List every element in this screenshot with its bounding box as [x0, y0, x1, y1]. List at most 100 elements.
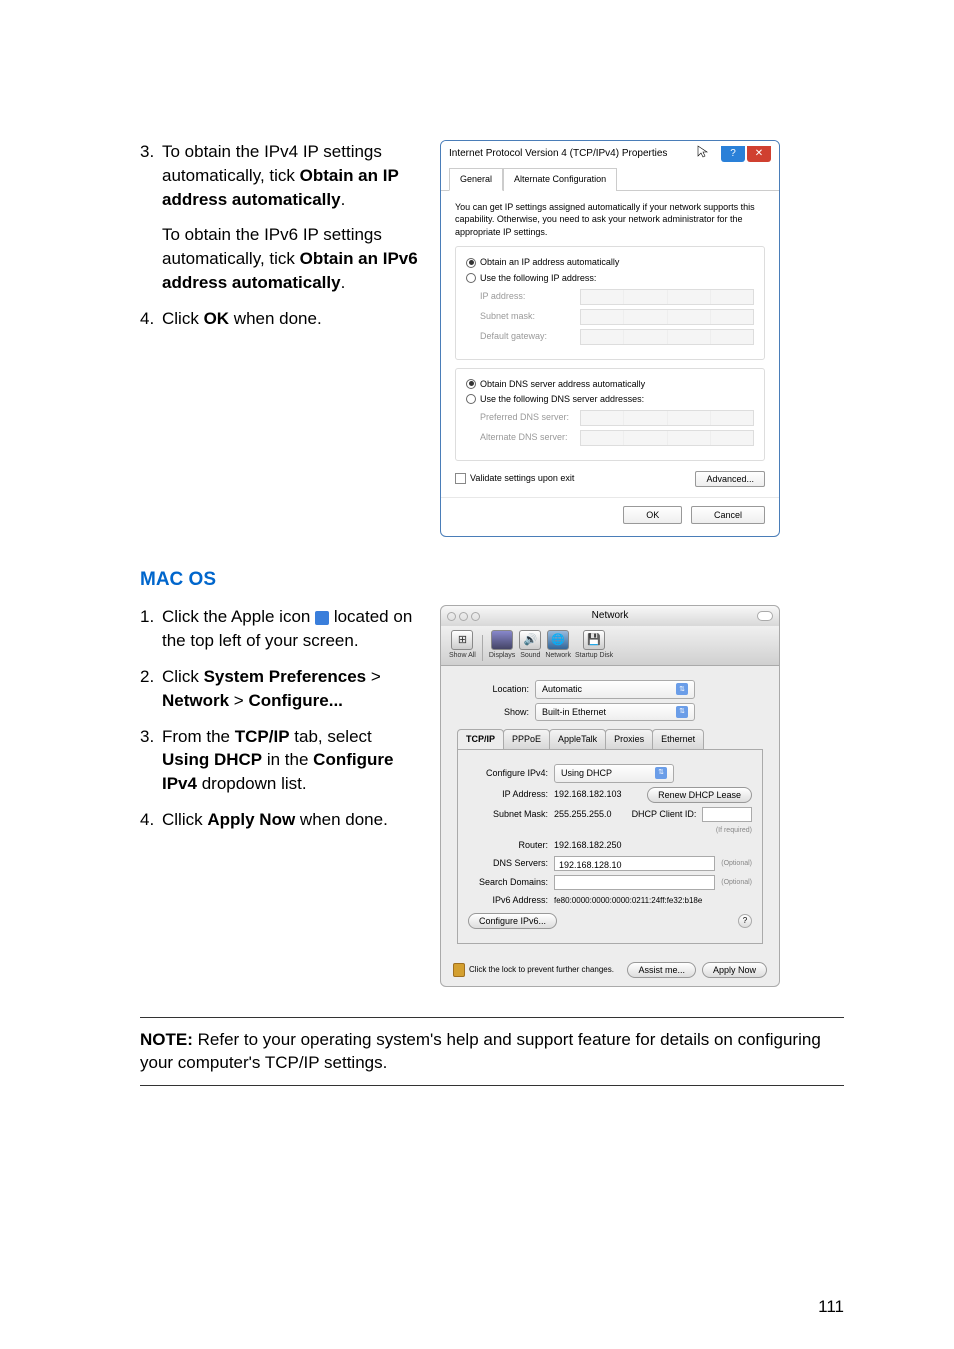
tab-proxies[interactable]: Proxies	[605, 729, 653, 749]
validate-checkbox[interactable]: Validate settings upon exit	[455, 472, 574, 485]
note-section: NOTE: Refer to your operating system's h…	[140, 1017, 844, 1087]
search-domains-input[interactable]	[554, 875, 715, 890]
text: Click	[162, 309, 204, 328]
optional-text: (Optional)	[721, 878, 752, 888]
windows-text-column: 3. To obtain the IPv4 IP settings automa…	[140, 140, 420, 537]
text: when done.	[229, 309, 322, 328]
subnet-input	[580, 309, 754, 325]
radio-auto-ip[interactable]: Obtain an IP address automatically	[466, 256, 754, 269]
field-label: DNS Servers:	[468, 857, 548, 870]
tab-tcpip[interactable]: TCP/IP	[457, 729, 504, 749]
subnet-row: Subnet mask:	[480, 309, 754, 325]
renew-lease-button[interactable]: Renew DHCP Lease	[647, 787, 752, 803]
dialog-title: Internet Protocol Version 4 (TCP/IPv4) P…	[449, 147, 667, 161]
grid-icon: ⊞	[451, 630, 473, 650]
alt-dns-row: Alternate DNS server:	[480, 430, 754, 446]
tab-general[interactable]: General	[449, 168, 503, 191]
close-dot[interactable]	[447, 612, 456, 621]
help-button[interactable]: ?	[721, 146, 745, 162]
mac-footer: Click the lock to prevent further change…	[441, 954, 779, 986]
configure-ipv6-row: Configure IPv6... ?	[468, 913, 752, 929]
clientid-input[interactable]	[702, 807, 752, 822]
step-number: 3.	[140, 725, 162, 796]
advanced-button[interactable]: Advanced...	[695, 471, 765, 487]
field-label: IP Address:	[468, 788, 548, 801]
radio-auto-dns[interactable]: Obtain DNS server address automatically	[466, 378, 754, 391]
radio-label: Obtain an IP address automatically	[480, 256, 619, 269]
assist-button[interactable]: Assist me...	[627, 962, 696, 978]
mac-step-4: 4. Cllick Apply Now when done.	[140, 808, 420, 832]
mac-os-heading: MAC OS	[140, 567, 844, 594]
tcpip-panel: Configure IPv4: Using DHCP⇅ IP Address: …	[457, 750, 763, 944]
toolbar-show-all[interactable]: ⊞Show All	[449, 630, 476, 661]
mac-step-3: 3. From the TCP/IP tab, select Using DHC…	[140, 725, 420, 796]
step-text: Click OK when done.	[162, 307, 420, 331]
toolbar-toggle[interactable]	[757, 611, 773, 621]
lock-area[interactable]: Click the lock to prevent further change…	[453, 963, 614, 977]
apply-now-button[interactable]: Apply Now	[702, 962, 767, 978]
tab-ethernet[interactable]: Ethernet	[652, 729, 704, 749]
chevron-icon: ⇅	[676, 706, 688, 718]
text: Click the Apple icon	[162, 607, 315, 626]
dns-input[interactable]: 192.168.128.10	[554, 856, 715, 871]
help-button[interactable]: ?	[738, 914, 752, 928]
if-required-row: (If required)	[468, 826, 752, 836]
location-row: Location: Automatic⇅	[457, 680, 763, 699]
field-label: Alternate DNS server:	[480, 431, 580, 444]
location-select[interactable]: Automatic⇅	[535, 680, 695, 699]
gateway-input	[580, 329, 754, 345]
checkbox-label: Validate settings upon exit	[470, 472, 574, 485]
ipv6-row: IPv6 Address: fe80:0000:0000:0000:0211:2…	[468, 894, 752, 907]
lock-text: Click the lock to prevent further change…	[469, 964, 614, 975]
toolbar-label: Displays	[489, 651, 515, 661]
step-number: 4.	[140, 808, 162, 832]
minimize-dot[interactable]	[459, 612, 468, 621]
dialog-tabs: General Alternate Configuration	[441, 167, 779, 191]
bold-text: TCP/IP	[235, 727, 290, 746]
tab-pppoe[interactable]: PPPoE	[503, 729, 550, 749]
select-value: Automatic	[542, 683, 582, 696]
display-icon	[491, 630, 513, 650]
network-icon: 🌐	[547, 630, 569, 650]
if-required-text: (If required)	[716, 826, 752, 836]
show-select[interactable]: Built-in Ethernet⇅	[535, 703, 695, 722]
radio-use-dns[interactable]: Use the following DNS server addresses:	[466, 393, 754, 406]
pref-dns-input	[580, 410, 754, 426]
field-label: Subnet mask:	[480, 310, 580, 323]
gateway-row: Default gateway:	[480, 329, 754, 345]
zoom-dot[interactable]	[471, 612, 480, 621]
close-button[interactable]: ✕	[747, 146, 771, 162]
toolbar-network[interactable]: 🌐Network	[545, 630, 571, 661]
radio-use-ip[interactable]: Use the following IP address:	[466, 272, 754, 285]
field-label: Router:	[468, 839, 548, 852]
show-row: Show: Built-in Ethernet⇅	[457, 703, 763, 722]
text: when done.	[295, 810, 388, 829]
toolbar-displays[interactable]: Displays	[489, 630, 515, 661]
step-text: Click System Preferences > Network > Con…	[162, 665, 420, 713]
footer-buttons: Assist me... Apply Now	[627, 962, 767, 978]
toolbar-label: Startup Disk	[575, 651, 613, 661]
lock-icon	[453, 963, 465, 977]
text: tab, select	[290, 727, 372, 746]
ip-address-row: IP Address: 192.168.182.103 Renew DHCP L…	[468, 787, 752, 803]
ok-button[interactable]: OK	[623, 506, 682, 524]
bold-text: System Preferences	[204, 667, 367, 686]
mac-toolbar: ⊞Show All Displays 🔊Sound 🌐Network 💾Star…	[441, 626, 779, 666]
mac-section: 1. Click the Apple icon located on the t…	[140, 605, 844, 986]
dns-row: DNS Servers: 192.168.128.10 (Optional)	[468, 856, 752, 871]
configure-ipv6-button[interactable]: Configure IPv6...	[468, 913, 557, 929]
tab-appletalk[interactable]: AppleTalk	[549, 729, 606, 749]
text: >	[229, 691, 248, 710]
configure-ipv4-select[interactable]: Using DHCP⇅	[554, 764, 674, 783]
step-3: 3. To obtain the IPv4 IP settings automa…	[140, 140, 420, 211]
cancel-button[interactable]: Cancel	[691, 506, 765, 524]
toolbar-sound[interactable]: 🔊Sound	[519, 630, 541, 661]
mac-titlebar: Network	[441, 606, 779, 626]
tab-alternate[interactable]: Alternate Configuration	[503, 168, 617, 191]
ip-value: 192.168.182.103	[554, 788, 622, 801]
toolbar-startup[interactable]: 💾Startup Disk	[575, 630, 613, 661]
radio-icon	[466, 394, 476, 404]
step-number: 3.	[140, 140, 162, 211]
mac-tabs: TCP/IP PPPoE AppleTalk Proxies Ethernet	[457, 729, 763, 750]
select-value: Using DHCP	[561, 767, 612, 780]
